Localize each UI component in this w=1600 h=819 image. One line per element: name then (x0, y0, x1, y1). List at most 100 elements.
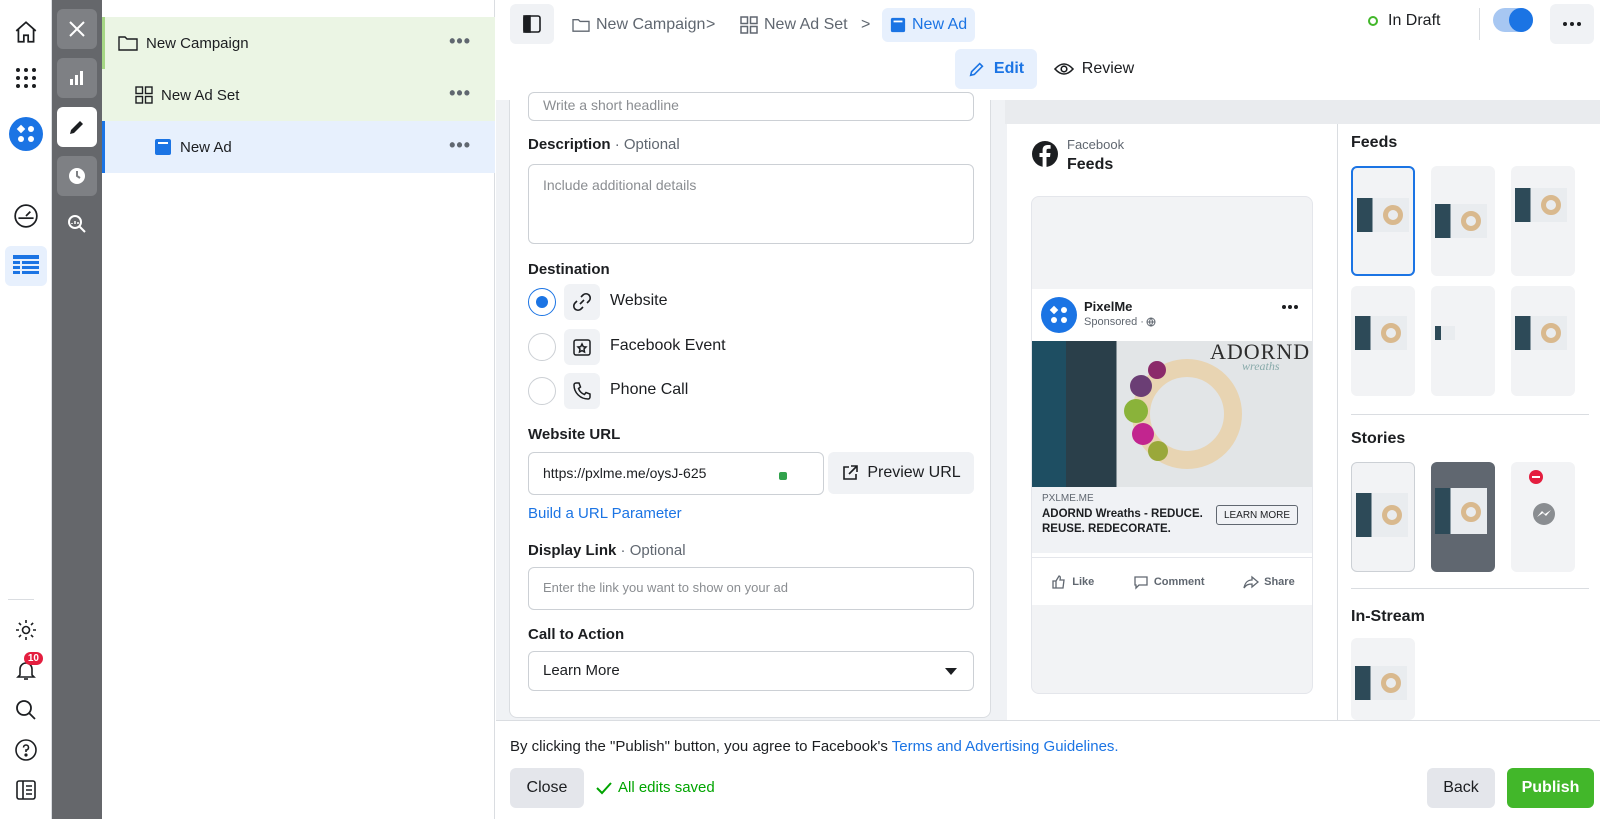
inspect-icon[interactable] (57, 204, 97, 244)
like-action[interactable]: Like (1051, 574, 1094, 590)
placement-thumb-feed[interactable] (1351, 166, 1415, 276)
tree-item-label: New Ad (180, 138, 232, 156)
event-star-icon (564, 329, 600, 365)
ad-creative-image: ADORND wreaths (1032, 341, 1312, 487)
destination-label: Destination (528, 261, 610, 278)
section-instream: In-Stream (1351, 608, 1425, 625)
feed-post: PixelMe Sponsored · ADORND wreaths PXLME… (1032, 289, 1312, 605)
destination-website-radio[interactable] (528, 288, 556, 316)
more-options-icon[interactable]: ••• (449, 135, 471, 156)
help-icon[interactable] (5, 730, 47, 770)
breadcrumb-campaign[interactable]: New Campaign (572, 8, 705, 42)
placement-thumb-instagram-feed[interactable] (1431, 166, 1495, 276)
sidebar-toggle-icon[interactable] (5, 770, 47, 810)
close-editor-button[interactable] (57, 9, 97, 49)
link-card[interactable]: PXLME.ME ADORND Wreaths - REDUCE. REUSE.… (1032, 487, 1312, 553)
share-action[interactable]: Share (1243, 574, 1295, 590)
tree-item-adset[interactable]: New Ad Set ••• (102, 69, 495, 121)
description-placeholder: Include additional details (543, 177, 697, 193)
placement-thumb-instream[interactable] (1351, 638, 1415, 720)
terms-link[interactable]: Terms and Advertising Guidelines. (892, 738, 1119, 755)
bell-icon[interactable]: 10 (5, 650, 47, 690)
tree-item-ad[interactable]: New Ad ••• (102, 121, 495, 173)
clock-icon[interactable] (57, 156, 97, 196)
pencil-icon[interactable] (57, 107, 97, 147)
section-divider (1351, 414, 1589, 415)
tree-item-label: New Ad Set (161, 86, 240, 104)
top-bar: New Campaign > New Ad Set > New Ad In Dr… (496, 0, 1600, 100)
bottom-bar: By clicking the "Publish" button, you ag… (496, 720, 1600, 819)
breadcrumb-separator: > (861, 16, 871, 33)
gauge-icon[interactable] (5, 196, 47, 236)
headline-placeholder: Write a short headline (543, 97, 679, 113)
tab-review[interactable]: Review (1044, 49, 1144, 89)
post-more-icon[interactable] (1282, 305, 1298, 309)
phone-icon (564, 373, 600, 409)
ad-icon (154, 138, 172, 156)
check-icon (596, 781, 612, 795)
publish-button[interactable]: Publish (1507, 768, 1594, 808)
messenger-icon (1532, 502, 1556, 526)
website-url-label: Website URL (528, 426, 621, 443)
chart-icon[interactable] (57, 58, 97, 98)
home-icon[interactable] (5, 12, 47, 52)
post-actions: Like Comment Share (1032, 557, 1312, 605)
call-to-action-select[interactable]: Learn More (528, 651, 974, 691)
table-icon[interactable] (5, 246, 47, 286)
status-label: In Draft (1388, 12, 1441, 29)
pencil-icon (968, 60, 986, 78)
back-button[interactable]: Back (1427, 768, 1495, 808)
global-nav: 10 (0, 0, 52, 819)
preview-url-button[interactable]: Preview URL (828, 452, 974, 494)
link-domain: PXLME.ME (1042, 493, 1094, 504)
placement-thumb-explore[interactable] (1511, 286, 1575, 396)
apps-grid-icon[interactable] (5, 58, 47, 98)
call-to-action-label: Call to Action (528, 626, 625, 643)
destination-phone-radio[interactable] (528, 377, 556, 405)
close-button[interactable]: Close (510, 768, 584, 808)
breadcrumb-adset[interactable]: New Ad Set (740, 8, 848, 42)
account-avatar-icon[interactable] (5, 114, 47, 154)
display-link-input[interactable]: Enter the link you want to show on your … (528, 567, 974, 610)
placement-thumb-right-column[interactable] (1431, 286, 1495, 396)
placement-thumb-messenger-stories[interactable] (1511, 462, 1575, 572)
ad-preview-panel: Facebook Feeds PixelMe Sponsored · ADORN… (1007, 124, 1337, 720)
placement-thumb-ig-stories[interactable] (1431, 462, 1495, 572)
placement-thumb-fb-stories[interactable] (1351, 462, 1415, 572)
more-options-button[interactable] (1550, 4, 1594, 44)
toggle-panel-button[interactable] (510, 4, 554, 44)
tree-item-campaign[interactable]: New Campaign ••• (102, 17, 495, 69)
build-url-parameter-link[interactable]: Build a URL Parameter (528, 505, 682, 522)
tab-edit[interactable]: Edit (955, 49, 1037, 89)
facebook-logo-icon (1031, 140, 1059, 168)
feed-mockup: PixelMe Sponsored · ADORND wreaths PXLME… (1031, 196, 1313, 694)
nav-divider (8, 599, 34, 600)
more-options-icon[interactable]: ••• (449, 31, 471, 52)
preview-url-label: Preview URL (867, 464, 961, 481)
external-link-icon (841, 464, 859, 482)
search-icon[interactable] (5, 690, 47, 730)
more-options-icon[interactable]: ••• (449, 83, 471, 104)
placement-thumb-marketplace[interactable] (1511, 166, 1575, 276)
headline-input[interactable]: Write a short headline (528, 92, 974, 121)
publish-toggle[interactable] (1493, 8, 1533, 32)
website-url-input[interactable]: https://pxlme.me/oysJ-625 (528, 452, 824, 495)
valid-indicator-icon (779, 472, 787, 480)
eye-icon (1053, 62, 1074, 76)
placement-thumb-video-feed[interactable] (1351, 286, 1415, 396)
destination-event-radio[interactable] (528, 333, 556, 361)
destination-phone-label: Phone Call (610, 381, 689, 398)
gear-icon[interactable] (5, 610, 47, 650)
tree-item-label: New Campaign (146, 34, 249, 52)
description-textarea[interactable]: Include additional details (528, 164, 974, 244)
breadcrumb-separator: > (706, 16, 716, 33)
folder-icon (572, 17, 590, 33)
cta-preview-button[interactable]: LEARN MORE (1216, 505, 1298, 525)
comment-action[interactable]: Comment (1133, 574, 1205, 590)
link-title: ADORND Wreaths - REDUCE. REUSE. REDECORA… (1042, 508, 1203, 535)
divider (1479, 8, 1480, 40)
cta-selected-value: Learn More (543, 662, 620, 679)
page-name: PixelMe (1084, 299, 1133, 314)
unavailable-icon (1529, 470, 1543, 484)
breadcrumb-ad[interactable]: New Ad (882, 8, 976, 42)
